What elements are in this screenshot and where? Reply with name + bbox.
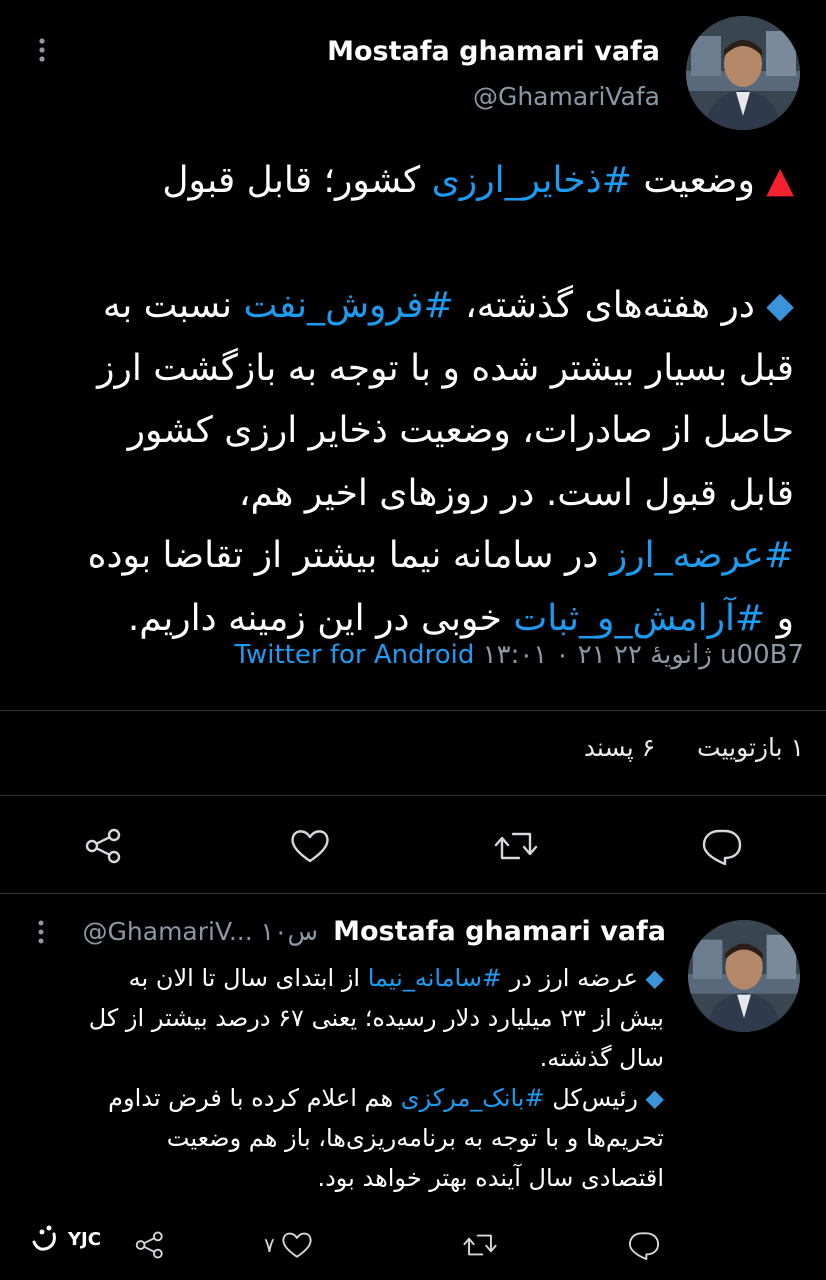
text-span: رئیس‌کل [544,1084,638,1112]
text-span: قبل بسیار بیشتر شده و با توجه به بازگشت … [97,347,794,389]
reply-line: بیش از ۲۳ میلیارد دلار رسیده؛ یعنی ۶۷ در… [34,998,664,1038]
text-span: در سامانه نیما بیشتر از تقاضا بوده [87,535,610,576]
reply-like-count: ۷ [264,1233,275,1257]
reply-reply-button[interactable] [624,1226,664,1264]
tweet-line: ◆ در هفته‌های گذشته، #فروش_نفت نسبت به [34,275,794,338]
yjc-logo: YJC [28,1222,101,1256]
hashtag-link[interactable]: #سامانه_نیما [368,964,502,992]
text-span: هم اعلام کرده با فرض تداوم [108,1084,401,1112]
text-span: نسبت به [102,285,244,326]
text-span: قابل قبول است. در روزهای اخیر هم، [238,472,794,514]
text-span: سال گذشته. [539,1044,664,1072]
blue-diamond-icon: ◆ [754,285,794,326]
like-icon [282,1232,312,1258]
text-span: وضعیت [631,160,755,201]
reply-line: ◆ رئیس‌کل #بانک_مرکزی هم اعلام کرده با ف… [34,1078,664,1118]
reply-like-button[interactable]: ۷ [264,1226,336,1264]
text-span: تحریم‌ها و با توجه به برنامه‌ریزی‌ها، با… [166,1124,664,1152]
text-span: در هفته‌های گذشته، [453,285,755,326]
text-span: از ابتدای سال تا الان به [128,964,368,992]
text-span: حاصل از صادرات، وضعیت ذخایر ارزی کشور [127,410,794,451]
hashtag-link[interactable]: #بانک_مرکزی [401,1084,545,1112]
tweet-line: #عرضه_ارز در سامانه نیما بیشتر از تقاضا … [34,525,794,588]
retweet-icon [494,832,538,860]
reply-button[interactable] [696,822,748,870]
tweet-line: حاصل از صادرات، وضعیت ذخایر ارزی کشور [34,400,794,463]
reply-author-name[interactable]: Mostafa ghamari vafa [333,916,666,947]
text-span: خوبی در این زمینه داریم. [127,597,514,639]
like-button[interactable] [284,822,336,870]
reply-line: اقتصادی سال آینده بهتر خواهد بود. [34,1158,664,1198]
tweet-text: ▲ وضعیت #ذخایر_ارزی کشور؛ قابل قبول ◆ در… [34,150,794,650]
divider [0,795,826,796]
reply-icon [702,829,742,866]
share-button[interactable] [78,822,130,870]
author-avatar[interactable] [686,16,800,130]
yjc-watermark: YJC [68,1228,101,1250]
divider [0,710,826,711]
text-span: و [765,597,794,639]
tweet-timestamp: ۱۳:۰۱ ۰ ۲۱ ژانویهٔ ۲۲ u00B7 [482,640,804,670]
text-span: کشور؛ قابل قبول [162,160,432,201]
hashtag-link[interactable]: #آرامش_و_ثبات [513,598,765,639]
more-options-icon[interactable] [30,36,54,64]
hashtag-link[interactable]: #ذخایر_ارزی [432,160,632,201]
reply-share-button[interactable] [130,1226,170,1264]
reply-line: تحریم‌ها و با توجه به برنامه‌ریزی‌ها، با… [34,1118,664,1158]
reply-tweet-text: ◆ عرضه ارز در #سامانه_نیما از ابتدای سال… [34,958,664,1198]
author-handle[interactable]: @GhamariVafa [473,82,660,111]
tweet-line: قبل بسیار بیشتر شده و با توجه به بازگشت … [34,338,794,401]
reply-more-options-icon[interactable] [30,918,52,946]
blue-diamond-icon: ◆ [637,964,664,992]
reply-line: ◆ عرضه ارز در #سامانه_نیما از ابتدای سال… [34,958,664,998]
like-icon [291,830,329,863]
hashtag-link[interactable]: #فروش_نفت [243,285,453,326]
reply-handle-time[interactable]: @GhamariV... ۱۰س [83,917,319,946]
tweet-stats: ۱ بازتوییت ۶ پسند [584,733,804,762]
reply-retweet-button[interactable] [460,1226,500,1264]
blue-diamond-icon: ◆ [637,1084,664,1112]
retweet-count[interactable]: ۱ بازتوییت [697,733,804,762]
reply-line: سال گذشته. [34,1038,664,1078]
red-triangle-icon: ▲ [754,160,794,201]
text-span: بیش از ۲۳ میلیارد دلار رسیده؛ یعنی ۶۷ در… [88,1004,664,1032]
hashtag-link[interactable]: #عرضه_ارز [610,535,794,576]
tweet-line: قابل قبول است. در روزهای اخیر هم، [34,463,794,526]
reply-icon [628,1232,660,1261]
retweet-icon [463,1234,497,1256]
tweet-meta: Twitter for Android ۱۳:۰۱ ۰ ۲۱ ژانویهٔ ۲… [234,640,804,670]
share-icon [85,828,121,864]
retweet-button[interactable] [490,822,542,870]
tweet-source[interactable]: Twitter for Android [234,640,474,670]
tweet-line: ▲ وضعیت #ذخایر_ارزی کشور؛ قابل قبول [34,150,794,213]
share-icon [135,1231,163,1259]
divider [0,893,826,894]
tweet-line [34,213,794,276]
text-span: اقتصادی سال آینده بهتر خواهد بود. [317,1164,664,1192]
like-count[interactable]: ۶ پسند [584,733,655,762]
author-name[interactable]: Mostafa ghamari vafa [327,36,660,67]
text-span: عرضه ارز در [502,964,638,992]
reply-author-avatar[interactable] [688,920,800,1032]
